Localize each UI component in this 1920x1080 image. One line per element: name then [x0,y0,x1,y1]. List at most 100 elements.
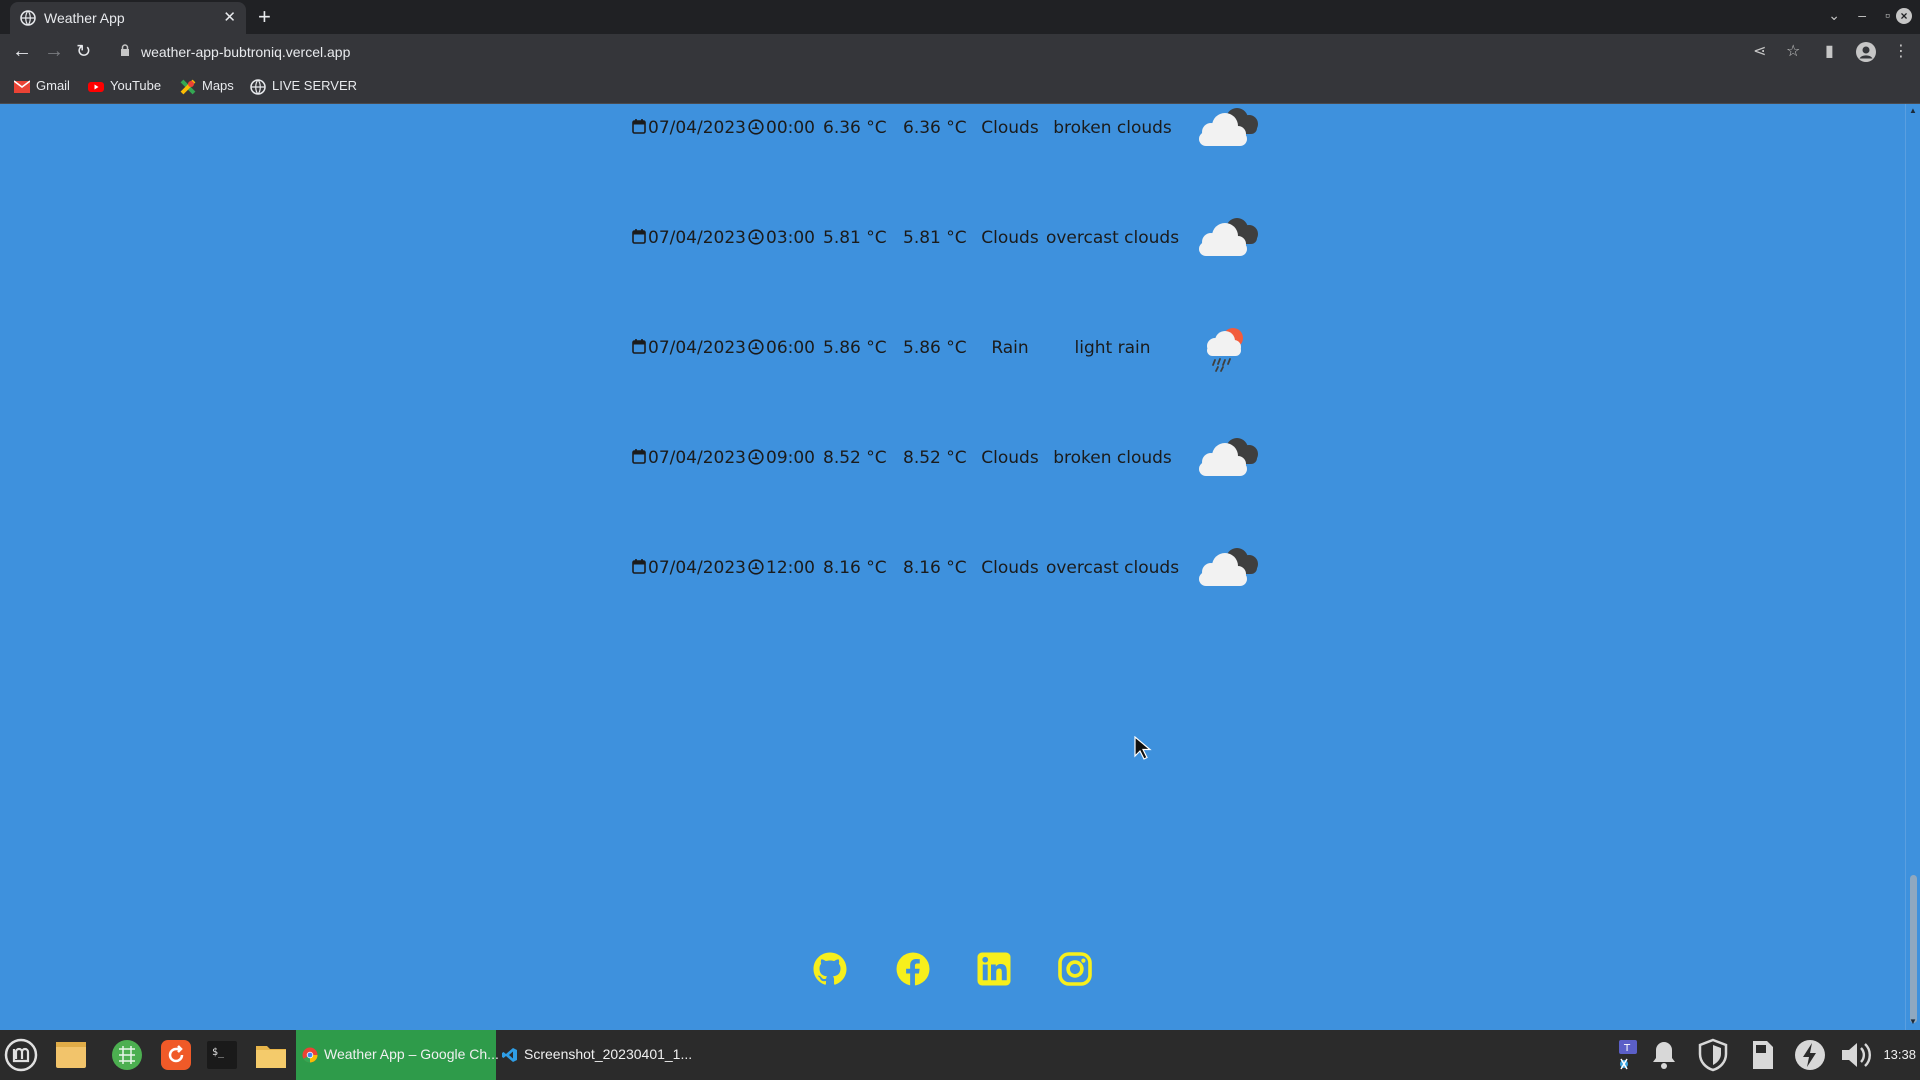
svg-text:$_: $_ [212,1047,225,1058]
new-tab-icon[interactable]: + [258,4,271,30]
social-links [810,951,1100,991]
tab-strip: Weather App ✕ + ⌄ – ▫ × [0,0,1920,34]
bookmark-youtube[interactable]: YouTube [88,78,161,95]
forecast-feels-like: 6.36 °C [903,118,967,138]
forecast-condition: Clouds [981,558,1039,578]
instagram-icon[interactable] [1057,951,1093,987]
mouse-cursor-icon [1134,736,1152,760]
taskbar-window-label: Weather App – Google Ch... [324,1046,499,1062]
bookmark-label: YouTube [110,78,162,93]
menu-kebab-icon[interactable]: ⋮ [1893,41,1909,61]
linkedin-icon[interactable] [976,951,1012,987]
clock-icon [748,229,764,245]
file-manager-icon[interactable] [254,1038,288,1072]
overcast-clouds-icon [1185,542,1265,596]
chrome-icon [302,1047,318,1063]
forecast-condition: Clouds [981,448,1039,468]
broken-clouds-icon [1185,432,1265,486]
forward-icon[interactable]: → [44,40,64,63]
forecast-time: 00:00 [766,118,815,138]
calendar-icon [632,449,646,464]
maps-icon [180,79,196,94]
reload-icon[interactable]: ↻ [76,41,91,62]
forecast-row: 07/04/2023 - 06:00 5.86 °C 5.86 °C Rain … [630,324,1270,374]
side-panel-icon[interactable]: ▮ [1825,41,1834,61]
taskbar-window-label: Screenshot_20230401_1... [524,1046,693,1062]
forecast-row: 07/04/2023 - 12:00 8.16 °C 8.16 °C Cloud… [630,544,1270,594]
forecast-date: 07/04/2023 - [648,338,758,358]
forecast-temperature: 5.81 °C [823,228,887,248]
calendar-icon [632,559,646,574]
forecast-date: 07/04/2023 - [648,448,758,468]
github-icon[interactable] [812,951,848,987]
forecast-date: 07/04/2023 - [648,118,758,138]
taskbar-window-chrome[interactable]: Weather App – Google Ch... [296,1030,499,1080]
forecast-description: broken clouds [1053,118,1172,138]
bookmark-label: Maps [202,78,234,93]
forecast-date: 07/04/2023 - [648,558,758,578]
forecast-temperature: 6.36 °C [823,118,887,138]
forecast-description: broken clouds [1053,448,1172,468]
scroll-down-icon[interactable]: ▼ [1909,1017,1917,1026]
forecast-date: 07/04/2023 - [648,228,758,248]
maximize-icon[interactable]: ▫ [1885,7,1890,23]
bookmark-label: Gmail [36,78,70,93]
mint-menu-icon[interactable] [4,1038,38,1072]
forecast-description: light rain [1074,338,1151,358]
profile-avatar-icon[interactable] [1856,42,1876,62]
bookmarks-bar: Gmail YouTube Maps LIVE SERVER [0,70,1920,104]
removable-drive-icon[interactable] [1745,1038,1779,1072]
globe-icon [20,10,36,26]
address-bar[interactable]: weather-app-bubtroniq.vercel.app [110,38,1760,66]
taskbar-clock: 13:38 [1883,1047,1916,1062]
window-close-icon[interactable]: × [1896,8,1912,24]
clock-icon [748,449,764,465]
facebook-icon[interactable] [895,951,931,987]
volume-icon[interactable] [1838,1038,1872,1072]
bookmark-live-server[interactable]: LIVE SERVER [250,78,357,95]
spreadsheet-app-icon[interactable] [110,1038,144,1072]
svg-text:T: T [1623,1043,1631,1054]
lock-icon [121,44,129,56]
minimize-icon[interactable]: – [1858,7,1866,23]
forecast-description: overcast clouds [1045,558,1180,578]
scroll-up-icon[interactable]: ▲ [1909,106,1917,115]
bookmark-maps[interactable]: Maps [180,78,234,95]
clock-icon [748,339,764,355]
tab-close-icon[interactable]: ✕ [223,8,236,26]
overcast-clouds-icon [1185,212,1265,266]
forecast-feels-like: 8.52 °C [903,448,967,468]
globe-icon [250,78,266,95]
forecast-description: overcast clouds [1045,228,1180,248]
notifications-bell-icon[interactable] [1647,1038,1681,1072]
browser-toolbar: ← → ↻ weather-app-bubtroniq.vercel.app ⋖… [0,34,1920,70]
back-icon[interactable]: ← [12,40,32,63]
forecast-time: 09:00 [766,448,815,468]
bookmark-gmail[interactable]: Gmail [14,78,70,95]
forecast-feels-like: 5.81 °C [903,228,967,248]
power-bolt-icon[interactable] [1793,1038,1827,1072]
shield-icon[interactable] [1696,1038,1730,1072]
scrollbar-thumb[interactable] [1910,875,1917,1023]
tab-search-icon[interactable]: ⌄ [1828,7,1840,24]
clock-icon [748,559,764,575]
forecast-temperature: 5.86 °C [823,338,887,358]
forecast-time: 12:00 [766,558,815,578]
backup-app-icon[interactable] [159,1038,193,1072]
gmail-icon [14,79,30,93]
forecast-condition: Clouds [981,228,1039,248]
share-icon[interactable]: ⋖ [1753,41,1766,61]
forecast-row: 07/04/2023 - 00:00 6.36 °C 6.36 °C Cloud… [630,104,1270,154]
terminal-icon[interactable]: $_ [205,1038,239,1072]
forecast-row: 07/04/2023 - 09:00 8.52 °C 8.52 °C Cloud… [630,434,1270,484]
teams-tray-icon[interactable]: T [1611,1038,1645,1072]
browser-tab[interactable]: Weather App ✕ [10,2,246,34]
bookmark-star-icon[interactable]: ☆ [1786,41,1800,61]
url-text: weather-app-bubtroniq.vercel.app [141,44,351,60]
os-taskbar: $_ Weather App – Google Ch... Screenshot… [0,1030,1920,1080]
taskbar-window-vscode[interactable]: Screenshot_20230401_1... [496,1030,706,1080]
page-scrollbar[interactable]: ▲ ▼ [1905,104,1920,1030]
forecast-time: 06:00 [766,338,815,358]
tab-title: Weather App [44,10,125,26]
files-folder-icon[interactable] [54,1038,88,1072]
